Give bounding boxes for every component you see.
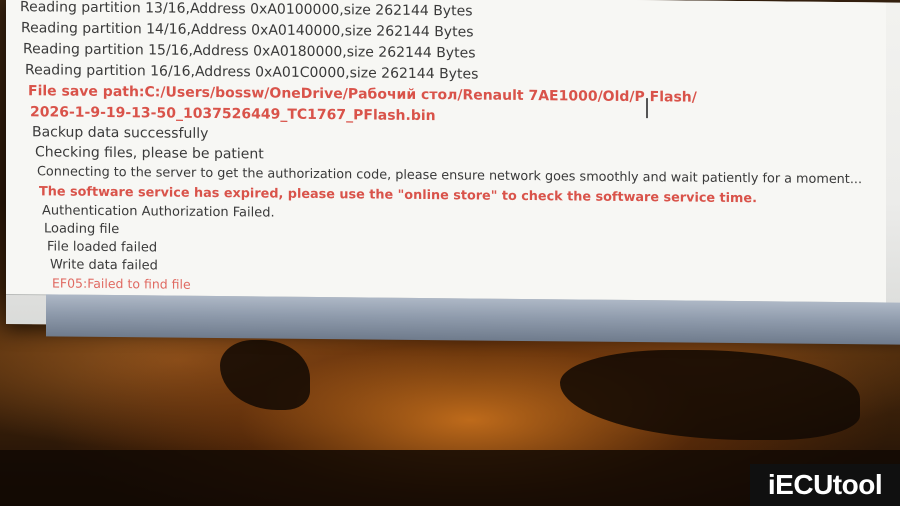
log-line: File loaded failed [47,239,158,256]
log-line: Reading partition 16/16,Address 0xA01C00… [25,62,479,83]
photo-scene: Reading partition 13/16,Address 0xA01000… [0,0,900,506]
text-cursor-icon [646,98,648,119]
log-line: Reading partition 13/16,Address 0xA01000… [20,0,473,20]
log-line: Loading file [44,221,120,238]
status-bar [46,294,900,345]
log-line: Backup data successfully [32,124,209,142]
log-line-error-code: EF05:Failed to find file [52,275,191,292]
brand-watermark: iECU tool [750,464,900,506]
background-shadow-right [560,350,860,440]
log-line: Write data failed [50,257,158,274]
log-line-save-path: File save path:C:/Users/bossw/OneDrive/Р… [28,83,697,106]
log-line: Authentication Authorization Failed. [42,203,275,221]
background-shadow-left [220,340,310,410]
brand-suffix: tool [832,469,883,500]
log-output-area[interactable]: Reading partition 13/16,Address 0xA01000… [6,0,886,304]
log-line: Checking files, please be patient [35,144,264,163]
log-line: Reading partition 14/16,Address 0xA01400… [21,20,474,41]
log-line-save-filename: 2026-1-9-19-13-50_1037526449_TC1767_PFla… [30,104,436,125]
brand-prefix: iECU [767,469,833,500]
log-window: Reading partition 13/16,Address 0xA01000… [6,0,900,345]
log-line: Reading partition 15/16,Address 0xA01800… [23,41,476,62]
